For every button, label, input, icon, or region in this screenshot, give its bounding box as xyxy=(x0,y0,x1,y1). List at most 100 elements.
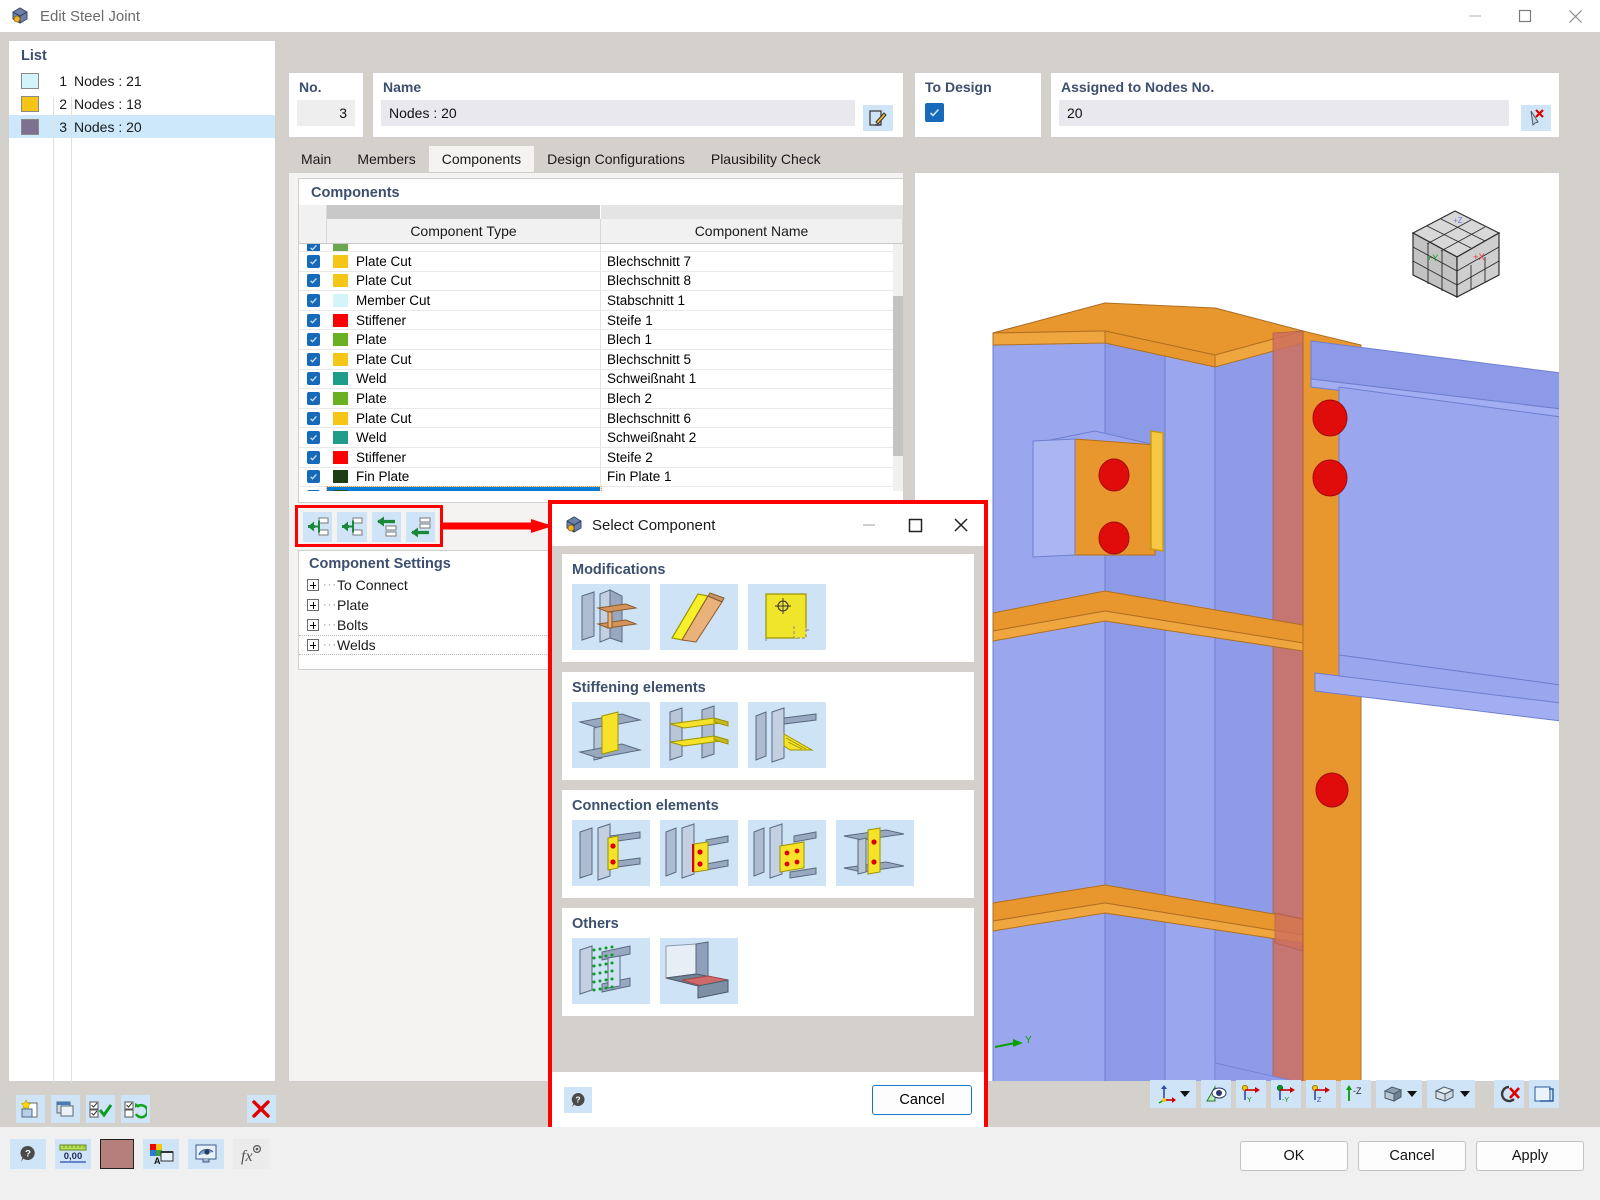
end-plate-item[interactable] xyxy=(660,820,738,886)
clear-selection-button[interactable] xyxy=(1494,1080,1524,1108)
joint-name-input[interactable]: Nodes : 20 xyxy=(381,100,855,126)
insert-component-button[interactable] xyxy=(337,512,367,542)
units-button[interactable]: 0,00 xyxy=(55,1139,91,1169)
table-row[interactable]: Member Cut Stabschnitt 1 xyxy=(299,291,903,311)
table-row[interactable]: Plate Cut Blechschnitt 7 xyxy=(299,252,903,272)
tab-plausibility-check[interactable]: Plausibility Check xyxy=(697,146,834,172)
expand-plus-icon[interactable] xyxy=(307,639,319,651)
table-row[interactable]: Plate Cut Blechschnitt 8 xyxy=(299,271,903,292)
select-component-maximize-button[interactable] xyxy=(892,504,938,546)
apply-button[interactable]: Apply xyxy=(1476,1141,1584,1171)
row-checkbox[interactable] xyxy=(299,372,327,386)
row-checkbox[interactable] xyxy=(299,411,327,425)
close-button[interactable] xyxy=(1550,0,1600,32)
tab-components[interactable]: Components xyxy=(428,146,535,172)
refresh-check-button[interactable] xyxy=(120,1095,150,1123)
help-icon[interactable]: ? xyxy=(564,1087,592,1113)
row-checkbox[interactable] xyxy=(299,254,327,268)
check-all-button[interactable] xyxy=(85,1095,115,1123)
column-header-check[interactable] xyxy=(299,219,327,243)
column-header-component-type[interactable]: Component Type xyxy=(327,219,601,243)
chevron-down-icon[interactable] xyxy=(1406,1091,1417,1097)
components-scrollbar-thumb[interactable] xyxy=(893,296,903,456)
row-checkbox[interactable] xyxy=(299,470,327,484)
edit-pencil-icon[interactable] xyxy=(863,105,893,131)
list-item[interactable]: 2 Nodes : 18 xyxy=(9,92,275,115)
chevron-down-icon[interactable] xyxy=(1179,1091,1190,1097)
tab-members[interactable]: Members xyxy=(344,146,429,172)
wireframe-mode-button[interactable] xyxy=(1427,1080,1475,1108)
assigned-nodes-input[interactable]: 20 xyxy=(1059,100,1509,126)
row-checkbox[interactable] xyxy=(299,293,327,307)
color-swatch-button[interactable] xyxy=(100,1139,134,1169)
member-cut-item[interactable] xyxy=(572,584,650,650)
view-perspective-button[interactable] xyxy=(1201,1080,1231,1108)
chevron-down-icon[interactable] xyxy=(1459,1091,1470,1097)
view-axes-button[interactable] xyxy=(1150,1080,1196,1108)
move-component-down-button[interactable] xyxy=(405,512,435,542)
view-minus-z-button[interactable]: -Z xyxy=(1341,1080,1371,1108)
new-component-button[interactable] xyxy=(303,512,333,542)
table-row[interactable]: Stiffener Steife 1 xyxy=(299,310,903,331)
weld-item[interactable] xyxy=(660,938,738,1004)
row-checkbox[interactable] xyxy=(299,244,327,251)
cancel-button[interactable]: Cancel xyxy=(1358,1141,1466,1171)
view-window-button[interactable] xyxy=(1529,1080,1559,1108)
row-checkbox[interactable] xyxy=(299,274,327,288)
row-checkbox[interactable] xyxy=(299,391,327,405)
double-stiffener-item[interactable] xyxy=(660,702,738,768)
help-button[interactable]: ? xyxy=(10,1139,46,1169)
new-joint-button[interactable] xyxy=(16,1095,45,1123)
table-row[interactable]: Plate Cut Blechschnitt 6 xyxy=(299,408,903,429)
table-row[interactable]: Weld Schweißnaht 1 xyxy=(299,369,903,390)
row-checkbox[interactable] xyxy=(299,313,327,327)
move-component-up-button[interactable] xyxy=(371,512,401,542)
splice-plate-item[interactable] xyxy=(748,820,826,886)
ok-button[interactable]: OK xyxy=(1240,1141,1348,1171)
table-row[interactable]: Plate Cut Blechschnitt 5 xyxy=(299,349,903,370)
view-negy-button[interactable]: -Y xyxy=(1271,1080,1301,1108)
view-yz-button[interactable]: Y xyxy=(1236,1080,1266,1108)
view-cube[interactable]: +Y +X +Z xyxy=(1403,201,1511,309)
view-z-button[interactable]: Z xyxy=(1306,1080,1336,1108)
tab-design-configurations[interactable]: Design Configurations xyxy=(534,146,698,172)
plate-cut-item[interactable] xyxy=(660,584,738,650)
copy-joint-button[interactable] xyxy=(50,1095,80,1123)
list-item[interactable]: 3 Nodes : 20 xyxy=(9,115,275,138)
minimize-button[interactable] xyxy=(1450,0,1500,32)
list-item[interactable]: 1 Nodes : 21 xyxy=(9,69,275,92)
render-mode-button[interactable] xyxy=(1376,1080,1422,1108)
contact-surface-item[interactable] xyxy=(572,938,650,1004)
table-row[interactable]: Stiffener Steife 2 xyxy=(299,447,903,468)
select-component-close-button[interactable] xyxy=(938,504,984,546)
maximize-button[interactable] xyxy=(1500,0,1550,32)
stiffener-item[interactable] xyxy=(572,702,650,768)
row-checkbox[interactable] xyxy=(299,431,327,445)
expand-plus-icon[interactable] xyxy=(307,599,319,611)
table-row[interactable]: Weld Schweißnaht 2 xyxy=(299,428,903,448)
row-checkbox[interactable] xyxy=(299,333,327,347)
row-checkbox[interactable] xyxy=(299,489,327,491)
visibility-button[interactable] xyxy=(188,1139,224,1169)
table-row[interactable]: Plate Blech 1 xyxy=(299,330,903,350)
display-properties-button[interactable]: A xyxy=(143,1139,179,1169)
expand-plus-icon[interactable] xyxy=(307,579,319,591)
select-component-cancel-button[interactable]: Cancel xyxy=(872,1085,972,1115)
delete-joint-button[interactable] xyxy=(246,1095,276,1123)
table-row[interactable]: Fin Plate Fin Plate 2 xyxy=(299,486,903,491)
tab-main[interactable]: Main xyxy=(288,146,345,172)
gusset-plate-item[interactable] xyxy=(836,820,914,886)
row-checkbox[interactable] xyxy=(299,352,327,366)
select-component-minimize-button[interactable] xyxy=(846,504,892,546)
plate-opening-item[interactable] xyxy=(748,584,826,650)
fin-plate-item[interactable] xyxy=(572,820,650,886)
to-design-checkbox[interactable] xyxy=(925,103,944,122)
joint-3d-viewport[interactable]: Y +Y +X +Z xyxy=(914,172,1560,1082)
pick-node-icon[interactable] xyxy=(1521,105,1551,131)
components-scrollbar[interactable] xyxy=(893,244,903,491)
table-row[interactable] xyxy=(299,244,903,252)
column-header-component-name[interactable]: Component Name xyxy=(601,219,903,243)
expand-plus-icon[interactable] xyxy=(307,619,319,631)
joint-no-input[interactable]: 3 xyxy=(297,100,355,126)
table-row[interactable]: Plate Blech 2 xyxy=(299,389,903,409)
